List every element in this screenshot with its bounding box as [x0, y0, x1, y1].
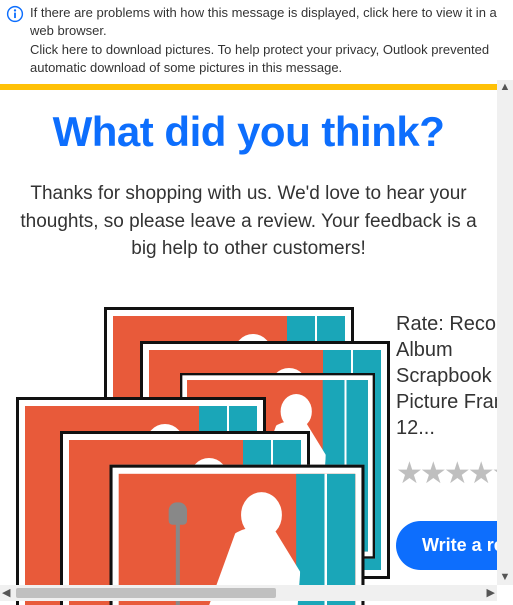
email-headline: What did you think?: [10, 108, 487, 156]
scroll-left-icon[interactable]: ◀: [2, 588, 10, 599]
star-icon[interactable]: ★: [468, 459, 492, 489]
email-subhead: Thanks for shopping with us. We'd love t…: [10, 180, 487, 263]
info-icon: [6, 5, 24, 23]
product-info: Rate: Record Album Scrapbook Picture Fra…: [396, 307, 497, 570]
product-row: COLLECT COLLECT COLLECT: [10, 307, 487, 597]
email-content-viewport: What did you think? Thanks for shopping …: [0, 90, 497, 605]
vertical-scrollbar[interactable]: ▲ ▼: [497, 80, 513, 585]
scroll-up-icon[interactable]: ▲: [500, 82, 511, 93]
scrollbar-thumb[interactable]: [16, 588, 276, 598]
star-icon[interactable]: ★: [420, 459, 444, 489]
product-frame: [110, 464, 365, 605]
product-rate-label: Rate: Record Album Scrapbook Picture Fra…: [396, 311, 497, 441]
star-icon[interactable]: ★: [444, 459, 468, 489]
star-rating[interactable]: ★ ★ ★ ★ ★: [396, 459, 497, 489]
scroll-right-icon[interactable]: ▶: [487, 588, 495, 599]
star-icon[interactable]: ★: [396, 459, 420, 489]
scroll-down-icon[interactable]: ▼: [500, 572, 511, 583]
product-image: COLLECT COLLECT COLLECT: [16, 307, 356, 597]
write-review-button[interactable]: Write a review: [396, 521, 497, 570]
outlook-info-bar[interactable]: If there are problems with how this mess…: [0, 0, 513, 84]
info-bar-text: If there are problems with how this mess…: [30, 4, 507, 76]
info-line-pictures: Click here to download pictures. To help…: [30, 41, 507, 76]
email-body: What did you think? Thanks for shopping …: [0, 90, 497, 597]
horizontal-scrollbar[interactable]: ◀ ▶: [0, 585, 497, 601]
info-line-display: If there are problems with how this mess…: [30, 4, 507, 39]
